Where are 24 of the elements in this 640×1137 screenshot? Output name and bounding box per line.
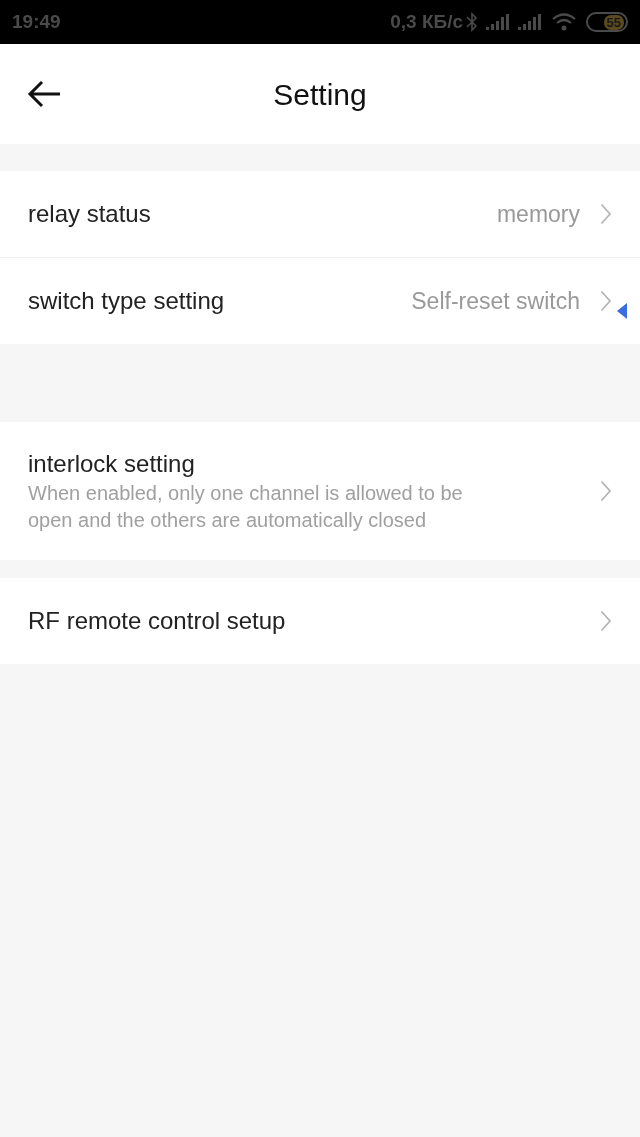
signal-icon	[518, 14, 542, 30]
edge-handle-icon[interactable]	[617, 303, 627, 319]
signal-icon	[486, 14, 510, 30]
chevron-right-icon	[600, 480, 612, 502]
settings-row[interactable]: relay status memory	[0, 171, 640, 257]
chevron-right-icon	[600, 290, 612, 312]
battery-level: 55	[603, 14, 624, 30]
setting-value: Self-reset switch	[411, 286, 580, 316]
bluetooth-icon	[466, 12, 478, 32]
page-title: Setting	[273, 76, 367, 113]
chevron-right-icon	[600, 610, 612, 632]
setting-label: interlock setting	[28, 449, 196, 479]
wifi-icon	[552, 13, 576, 31]
settings-row[interactable]: interlock setting When enabled, only one channel is allowed to be open and the others are automatically closed	[0, 422, 640, 560]
chevron-right-icon	[600, 203, 612, 225]
setting-description: When enabled, only one channel is allowed to be open and the others are automatically closed	[28, 481, 464, 533]
setting-label: relay status	[28, 199, 151, 229]
back-arrow-icon	[27, 80, 61, 108]
setting-label: RF remote control setup	[28, 606, 286, 636]
setting-value: memory	[496, 199, 580, 229]
status-time: 19:49	[12, 9, 61, 34]
network-speed: 0,3 КБ/с	[390, 9, 463, 34]
settings-row[interactable]: RF remote control setup	[0, 578, 640, 664]
setting-label: switch type setting	[28, 286, 225, 316]
